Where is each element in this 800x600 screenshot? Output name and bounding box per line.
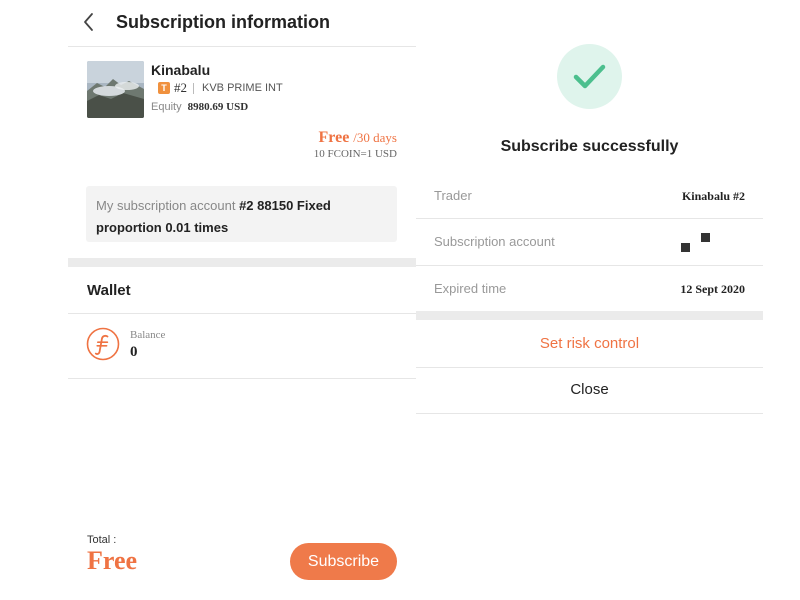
price-period: /30 days xyxy=(353,130,397,145)
trader-row-value: Kinabalu #2 xyxy=(681,189,745,203)
price-row: Free/30 days xyxy=(319,129,398,147)
trader-badge-icon: T xyxy=(158,82,170,94)
rank-separator xyxy=(193,82,194,94)
back-button[interactable] xyxy=(78,10,100,34)
fcoin-icon xyxy=(86,327,120,361)
section-divider xyxy=(68,258,416,267)
trader-thumbnail[interactable] xyxy=(87,61,144,118)
header-divider xyxy=(68,46,416,47)
set-risk-control-button[interactable]: Set risk control xyxy=(416,335,763,352)
close-button[interactable]: Close xyxy=(416,381,763,398)
expired-time-row-value: 12 Sept 2020 xyxy=(680,282,745,296)
price-value: Free xyxy=(318,129,350,146)
subscription-account-label: My subscription account xyxy=(96,198,236,213)
equity-row: Equity 8980.69 USD xyxy=(151,101,248,113)
total-value: Free xyxy=(87,546,138,575)
exchange-rate: 10 FCOIN=1 USD xyxy=(313,148,397,160)
wallet-divider xyxy=(68,313,416,314)
chevron-left-icon xyxy=(84,13,93,31)
check-icon xyxy=(573,64,606,89)
subscription-info-screen: Subscription information Kinabalu T #2 K… xyxy=(68,0,416,600)
trader-rank: #2 xyxy=(174,80,187,95)
trader-broker: KVB PRIME INT xyxy=(202,82,283,94)
trader-name[interactable]: Kinabalu xyxy=(151,62,210,78)
page-title: Subscription information xyxy=(116,12,330,32)
trader-row-label: Trader xyxy=(434,188,472,203)
subscribe-success-screen: Subscribe successfully Trader Kinabalu #… xyxy=(416,0,763,600)
action-divider xyxy=(416,413,763,414)
redacted-mark xyxy=(701,233,710,242)
redacted-mark xyxy=(681,243,690,252)
row-divider xyxy=(416,218,763,219)
success-title: Subscribe successfully xyxy=(500,138,679,155)
subscription-account-row-value xyxy=(681,232,711,254)
balance-divider xyxy=(68,378,416,379)
trader-image xyxy=(87,61,144,118)
equity-value: 8980.69 USD xyxy=(187,101,249,113)
wallet-title: Wallet xyxy=(87,282,131,299)
row-divider xyxy=(416,265,763,266)
expired-time-row-label: Expired time xyxy=(434,281,507,296)
balance-value: 0 xyxy=(130,344,138,360)
equity-label: Equity xyxy=(151,101,182,113)
success-badge xyxy=(557,44,622,109)
subscription-account-row-label: Subscription account xyxy=(434,234,555,249)
balance-label: Balance xyxy=(130,329,166,341)
action-divider xyxy=(416,367,763,368)
subscribe-button[interactable]: Subscribe xyxy=(290,543,397,580)
trader-rank-row: T #2 KVB PRIME INT xyxy=(158,80,283,96)
total-label: Total : xyxy=(87,534,117,546)
section-divider xyxy=(416,311,763,320)
subscription-account-box: My subscription account #2 88150 Fixed p… xyxy=(86,186,397,242)
